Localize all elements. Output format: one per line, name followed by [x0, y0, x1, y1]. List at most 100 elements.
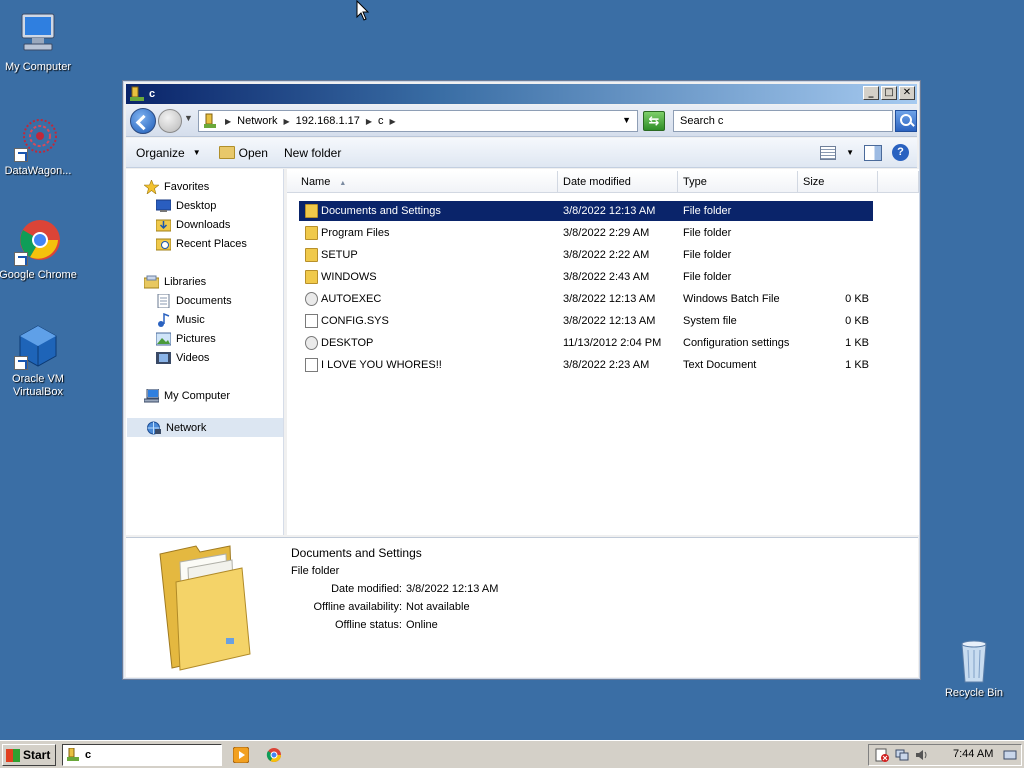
file-date-modified: 3/8/2022 2:22 AM	[563, 249, 650, 261]
details-pane: Documents and Settings File folder Date …	[126, 537, 918, 677]
video-film-icon	[156, 352, 171, 364]
nav-favorites[interactable]: Favorites	[144, 180, 209, 194]
clock[interactable]: 7:44 AM	[953, 748, 993, 760]
recent-pages-dropdown-icon[interactable]: ▼	[184, 113, 193, 123]
desktop-icon-virtualbox[interactable]: Oracle VM VirtualBox	[0, 322, 78, 399]
nav-libraries[interactable]: Libraries	[144, 275, 206, 289]
file-row[interactable]: Documents and Settings 3/8/2022 12:13 AM F…	[299, 201, 873, 221]
nav-desktop[interactable]: Desktop	[156, 199, 216, 213]
desktop-icon-google-chrome[interactable]: Google Chrome	[0, 218, 78, 282]
file-size: 1 KB	[845, 337, 869, 349]
file-type: File folder	[683, 205, 732, 217]
show-desktop-icon[interactable]	[1003, 748, 1017, 762]
column-header-name[interactable]: Name ▲	[287, 171, 558, 193]
open-button[interactable]: Open	[218, 145, 268, 160]
nav-label: Music	[176, 314, 205, 326]
address-history-dropdown-icon[interactable]: ▼	[622, 115, 631, 125]
windows-flag-icon	[6, 749, 20, 762]
start-button[interactable]: Start	[2, 744, 56, 766]
column-label: Size	[803, 176, 825, 188]
file-row[interactable]: SETUP 3/8/2022 2:22 AM File folder	[299, 245, 873, 265]
maximize-button[interactable]: □	[881, 86, 897, 100]
file-size: 1 KB	[845, 359, 869, 371]
network-status-icon[interactable]	[895, 748, 909, 762]
change-view-icon[interactable]	[820, 145, 837, 160]
column-header-date[interactable]: Date modified	[558, 171, 678, 193]
chevron-right-icon[interactable]: ▶	[366, 117, 372, 126]
pictures-icon	[156, 332, 171, 346]
refresh-button[interactable]: ⇆	[643, 111, 665, 131]
security-alert-icon[interactable]	[875, 748, 889, 762]
file-row[interactable]: I LOVE YOU WHORES!! 3/8/2022 2:23 AM Text …	[299, 355, 873, 375]
nav-downloads[interactable]: Downloads	[156, 218, 230, 232]
organize-button[interactable]: Organize ▼	[136, 146, 201, 160]
file-name: SETUP	[321, 249, 358, 261]
forward-button[interactable]	[158, 109, 182, 133]
file-type: Text Document	[683, 359, 757, 371]
nav-label: Downloads	[176, 219, 231, 231]
file-row[interactable]: Program Files 3/8/2022 2:29 AM File folder	[299, 223, 873, 243]
address-toolbar: ▼ ▶ Network ▶ 192.168.1.17 ▶ c ▶ ▼ ⇆ Sea…	[126, 105, 917, 137]
computer-icon	[144, 389, 159, 403]
chevron-right-icon[interactable]: ▶	[284, 117, 290, 126]
network-drive-icon	[67, 748, 79, 761]
explorer-window: c _ □ ✕ ▼ ▶ Network ▶ 192.168.1.17 ▶ c ▶…	[122, 80, 921, 680]
file-row[interactable]: WINDOWS 3/8/2022 2:43 AM File folder	[299, 267, 873, 287]
file-type: File folder	[683, 249, 732, 261]
chevron-down-icon[interactable]: ▼	[846, 148, 854, 157]
column-header-type[interactable]: Type	[678, 171, 798, 193]
chevron-right-icon[interactable]: ▶	[225, 117, 231, 126]
file-date-modified: 3/8/2022 2:29 AM	[563, 227, 650, 239]
desktop-icon-my-computer[interactable]: My Computer	[0, 10, 78, 74]
new-folder-button[interactable]: New folder	[284, 146, 341, 160]
nav-network[interactable]: Network	[127, 418, 283, 437]
help-icon[interactable]: ?	[892, 144, 909, 161]
preview-pane-icon[interactable]	[864, 144, 882, 161]
search-input[interactable]: Search c	[673, 110, 893, 132]
volume-icon[interactable]	[915, 748, 929, 762]
file-size: 0 KB	[845, 293, 869, 305]
nav-pictures[interactable]: Pictures	[156, 332, 216, 346]
chrome-quicklaunch-icon[interactable]	[266, 747, 282, 763]
nav-videos[interactable]: Videos	[156, 351, 209, 365]
back-button[interactable]	[130, 108, 156, 134]
shortcut-arrow-icon	[14, 252, 28, 266]
nav-label: Favorites	[164, 181, 210, 193]
nav-music[interactable]: Music	[156, 313, 205, 327]
details-date-value: 3/8/2022 12:13 AM	[406, 583, 499, 595]
breadcrumb-network[interactable]: Network	[237, 115, 277, 127]
minimize-button[interactable]: _	[863, 86, 879, 100]
desktop-icon-recycle-bin[interactable]: Recycle Bin	[934, 636, 1014, 700]
desktop-icon-datawagon[interactable]: DataWagon...	[0, 114, 78, 178]
nav-documents[interactable]: Documents	[156, 294, 232, 308]
nav-recent-places[interactable]: Recent Places	[156, 237, 247, 251]
file-row[interactable]: AUTOEXEC 3/8/2022 12:13 AM Windows Batch F…	[299, 289, 873, 309]
recent-places-icon	[156, 238, 171, 251]
nav-my-computer[interactable]: My Computer	[144, 389, 230, 403]
file-name: AUTOEXEC	[321, 293, 382, 305]
media-player-icon[interactable]	[233, 747, 249, 763]
file-type: Windows Batch File	[683, 293, 780, 305]
file-list-pane: Name ▲ Date modified Type Size Documents…	[287, 169, 919, 535]
folder-icon	[305, 226, 318, 240]
close-button[interactable]: ✕	[899, 86, 915, 100]
file-name: WINDOWS	[321, 271, 377, 283]
nav-label: Desktop	[176, 200, 217, 212]
file-type: File folder	[683, 227, 732, 239]
search-button[interactable]	[895, 110, 917, 132]
column-header-size[interactable]: Size	[798, 171, 878, 193]
file-row[interactable]: CONFIG.SYS 3/8/2022 12:13 AM System file 0 …	[299, 311, 873, 331]
address-bar[interactable]: ▶ Network ▶ 192.168.1.17 ▶ c ▶ ▼	[198, 110, 638, 132]
file-row[interactable]: DESKTOP 11/13/2012 2:04 PM Configuration s…	[299, 333, 873, 353]
window-titlebar[interactable]: c _ □ ✕	[126, 84, 917, 104]
shortcut-arrow-icon	[14, 148, 28, 162]
chevron-right-icon[interactable]: ▶	[390, 117, 396, 126]
system-tray: 7:44 AM	[868, 744, 1022, 766]
breadcrumb-share[interactable]: c	[378, 115, 384, 127]
nav-label: Videos	[176, 352, 210, 364]
command-bar: Organize ▼ Open New folder ▼ ?	[126, 138, 917, 168]
open-folder-icon	[218, 146, 235, 159]
breadcrumb-host[interactable]: 192.168.1.17	[296, 115, 360, 127]
taskbar-window-button[interactable]: c	[62, 744, 222, 766]
open-label: Open	[238, 145, 268, 160]
